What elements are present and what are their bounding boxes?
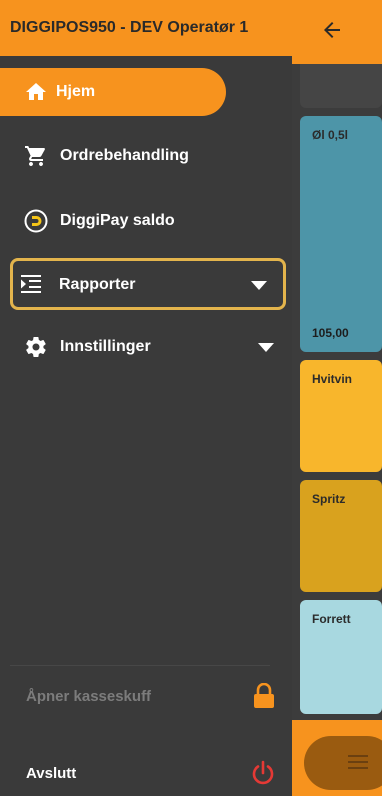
nav-item-label: Innstillinger	[60, 338, 151, 355]
chevron-down-icon	[251, 281, 267, 290]
chevron-down-icon	[258, 343, 274, 352]
nav-item-label: Hjem	[56, 83, 96, 100]
product-name: Spritz	[312, 492, 346, 506]
product-tile[interactable]: Øl 0,5l 105,00	[300, 116, 382, 352]
nav-item-settings[interactable]: Innstillinger	[10, 323, 290, 371]
nav-item-label: DiggiPay saldo	[60, 212, 175, 229]
category-strip	[300, 64, 382, 108]
open-cash-drawer-label[interactable]: Åpner kasseskuff	[26, 688, 151, 705]
lock-icon[interactable]	[252, 683, 276, 709]
home-icon	[26, 83, 46, 100]
diggipay-icon	[24, 209, 48, 233]
nav-item-home[interactable]: Hjem	[0, 68, 226, 116]
product-name: Øl 0,5l	[312, 128, 349, 142]
product-tile[interactable]: Spritz	[300, 480, 382, 592]
background-top-bar	[292, 0, 382, 64]
product-price: 105,00	[312, 326, 349, 340]
bottom-bar	[292, 720, 382, 796]
nav-item-diggipay[interactable]: DiggiPay saldo	[10, 197, 290, 245]
gear-icon	[26, 337, 46, 358]
divider	[10, 665, 270, 666]
menu-pill-button[interactable]	[304, 736, 382, 790]
nav-item-label: Ordrebehandling	[60, 147, 189, 164]
product-tile[interactable]: Forrett	[300, 600, 382, 714]
nav-item-reports[interactable]: Rapporter	[10, 258, 286, 310]
product-tile[interactable]: Hvitvin	[300, 360, 382, 472]
nav-item-label: Rapporter	[59, 276, 136, 293]
power-icon[interactable]	[250, 760, 276, 786]
back-arrow-icon[interactable]	[320, 18, 344, 42]
hamburger-icon	[348, 755, 368, 769]
product-name: Hvitvin	[312, 372, 353, 386]
background-app: Øl 0,5l 105,00 Hvitvin Spritz Forrett	[292, 0, 382, 796]
navigation-drawer: DIGGIPOS950 - DEV Operatør 1 Hjem Ordreb…	[0, 0, 292, 796]
quit-label[interactable]: Avslutt	[26, 765, 76, 782]
cart-icon	[25, 146, 45, 166]
product-name: Forrett	[312, 612, 351, 626]
nav-item-orders[interactable]: Ordrebehandling	[10, 132, 290, 180]
report-list-icon	[21, 275, 41, 293]
drawer-title: DIGGIPOS950 - DEV Operatør 1	[0, 0, 292, 56]
